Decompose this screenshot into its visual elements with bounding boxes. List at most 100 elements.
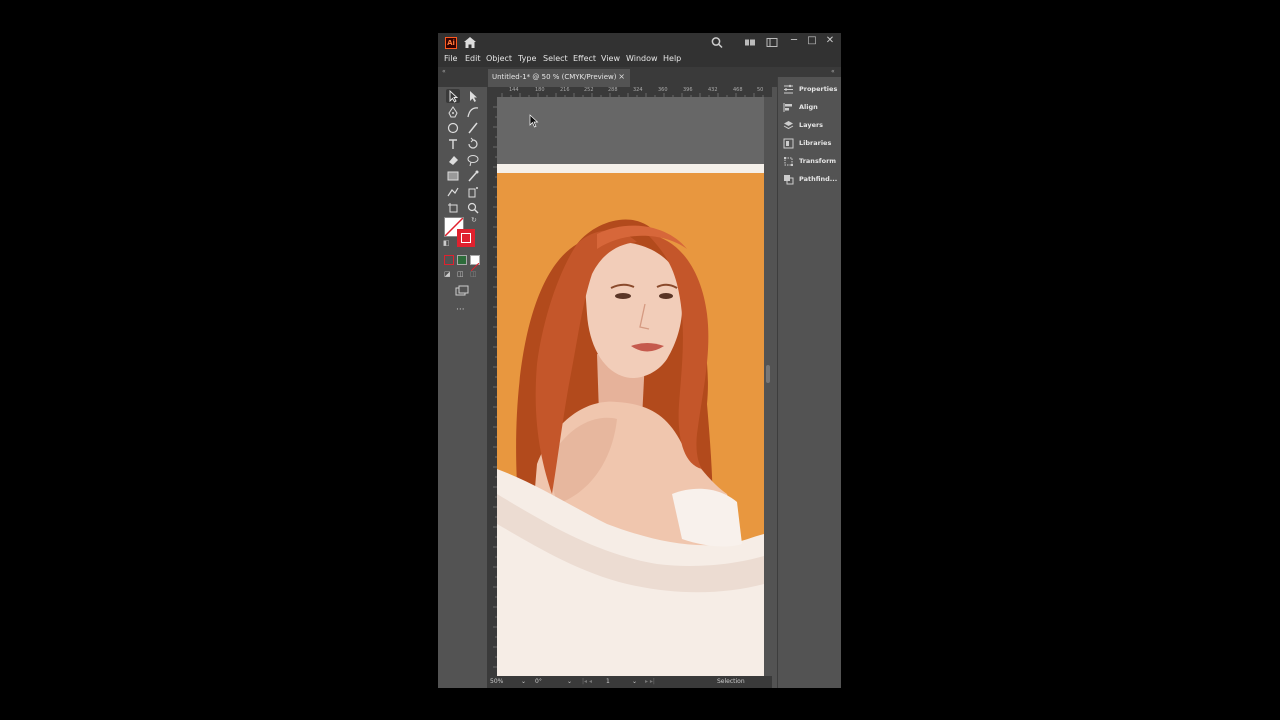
color-mode-icon[interactable]	[444, 255, 454, 265]
draw-normal-icon[interactable]: ◪	[444, 270, 451, 278]
selection-tool-icon[interactable]	[446, 89, 460, 103]
right-eye	[659, 293, 673, 299]
type-tool-icon[interactable]	[446, 137, 460, 151]
menu-view[interactable]: View	[601, 54, 620, 63]
panel-label: Libraries	[799, 139, 832, 147]
screen-mode-icon[interactable]	[455, 285, 469, 297]
ruler-label: 180	[535, 87, 545, 93]
ruler-label: 50	[757, 87, 764, 93]
menu-file[interactable]: File	[444, 54, 457, 63]
paintbrush-tool-icon[interactable]	[466, 121, 480, 135]
artboard-tool-icon[interactable]	[446, 201, 460, 215]
layers-icon	[783, 121, 794, 130]
panel-properties[interactable]: Properties	[783, 83, 841, 97]
puppet-warp-tool-icon[interactable]	[446, 185, 460, 199]
draw-behind-icon[interactable]: ◫	[457, 270, 464, 278]
curvature-tool-icon[interactable]	[466, 105, 480, 119]
menu-effect[interactable]: Effect	[573, 54, 596, 63]
panel-layers[interactable]: Layers	[783, 119, 841, 133]
ruler-label: 324	[633, 87, 643, 93]
collapse-toolbar-icon[interactable]: «	[442, 68, 446, 75]
panel-dock: Properties Align Layers Libraries Transf…	[777, 77, 841, 688]
eyedropper-tool-icon[interactable]	[466, 169, 480, 183]
menu-select[interactable]: Select	[543, 54, 568, 63]
menu-object[interactable]: Object	[486, 54, 512, 63]
close-window-button[interactable]: ✕	[822, 34, 838, 48]
panel-libraries[interactable]: Libraries	[783, 137, 841, 151]
gradient-mode-icon[interactable]	[457, 255, 467, 265]
align-icon	[783, 103, 792, 112]
panel-label: Pathfind...	[799, 175, 838, 183]
default-fill-stroke-icon[interactable]: ◧	[443, 239, 450, 247]
illustrator-window: Ai ─ □ ✕ File Edit Object Type Select Ef…	[438, 33, 841, 688]
workspace-switcher-icon[interactable]	[766, 36, 778, 49]
zoom-level[interactable]: 50%	[490, 678, 503, 685]
ruler-label: 432	[708, 87, 718, 93]
panel-label: Layers	[799, 121, 824, 129]
artboard[interactable]	[497, 164, 764, 676]
rotate-tool-icon[interactable]	[466, 137, 480, 151]
close-tab-icon[interactable]: ×	[618, 72, 625, 81]
properties-icon	[784, 84, 793, 94]
vertical-scrollbar[interactable]	[764, 97, 772, 677]
direct-selection-tool-icon[interactable]	[466, 89, 480, 103]
panel-align[interactable]: Align	[783, 101, 841, 115]
first-artboard-icon[interactable]: |◂ ◂	[582, 678, 592, 685]
pathfinder-icon	[784, 175, 794, 185]
menu-type[interactable]: Type	[518, 54, 536, 63]
libraries-icon	[783, 138, 794, 149]
document-tab-label: Untitled-1* @ 50 % (CMYK/Preview)	[492, 73, 617, 81]
edit-toolbar-button[interactable]: ···	[456, 305, 465, 315]
ruler-ticks	[501, 93, 764, 97]
rotation-dropdown-icon[interactable]: ⌄	[567, 678, 572, 685]
transform-icon	[784, 157, 793, 166]
current-tool-label: Selection	[717, 678, 745, 685]
rotation-value[interactable]: 0°	[535, 678, 542, 685]
menu-edit[interactable]: Edit	[465, 54, 481, 63]
swap-fill-stroke-icon[interactable]: ↻	[471, 216, 477, 224]
horizontal-ruler: 144 180 216 252 288 324 360 396 432 468 …	[487, 87, 772, 97]
menu-bar: File Edit Object Type Select Effect View…	[438, 52, 841, 67]
next-artboard-icon[interactable]: ▸ ▸|	[645, 678, 655, 685]
panel-label: Transform	[799, 157, 837, 165]
artboard-number[interactable]: 1	[606, 678, 610, 685]
panel-transform[interactable]: Transform	[783, 155, 841, 169]
vertical-ruler-ticks	[493, 106, 497, 668]
draw-inside-icon[interactable]: ◫	[470, 270, 477, 278]
mouse-cursor-icon	[529, 114, 539, 128]
gradient-tool-icon[interactable]	[446, 169, 460, 183]
menu-help[interactable]: Help	[663, 54, 681, 63]
pen-tool-icon[interactable]	[446, 105, 460, 119]
symbol-sprayer-tool-icon[interactable]	[466, 185, 480, 199]
ruler-label: 468	[733, 87, 743, 93]
ruler-label: 144	[509, 87, 519, 93]
minimize-button[interactable]: ─	[786, 34, 802, 48]
collapse-panels-icon[interactable]: «	[831, 68, 835, 75]
panel-pathfinder[interactable]: Pathfind...	[783, 173, 841, 187]
ellipse-tool-icon[interactable]	[446, 121, 460, 135]
vertical-ruler	[487, 97, 497, 677]
menu-window[interactable]: Window	[626, 54, 658, 63]
app-logo: Ai	[445, 37, 457, 49]
maximize-button[interactable]: □	[804, 34, 820, 48]
home-icon[interactable]	[463, 36, 477, 49]
left-eye	[615, 293, 631, 299]
scrollbar-thumb[interactable]	[766, 365, 770, 383]
stroke-swatch[interactable]	[457, 229, 475, 247]
search-icon[interactable]	[711, 36, 723, 49]
ruler-label: 252	[584, 87, 594, 93]
none-mode-icon[interactable]	[470, 255, 480, 272]
zoom-tool-icon[interactable]	[466, 201, 480, 215]
document-tab[interactable]: Untitled-1* @ 50 % (CMYK/Preview) ×	[488, 69, 630, 87]
eraser-tool-icon[interactable]	[446, 153, 460, 167]
lasso-tool-icon[interactable]	[466, 153, 480, 167]
panel-label: Properties	[799, 85, 838, 93]
fabric-chest	[672, 488, 742, 547]
artboard-dropdown-icon[interactable]: ⌄	[632, 678, 637, 685]
canvas[interactable]	[497, 97, 764, 676]
ruler-label: 396	[683, 87, 693, 93]
tools-panel: ↻ ◧ ◪ ◫ ◫ ···	[440, 87, 484, 687]
arrange-documents-icon[interactable]	[744, 36, 756, 49]
title-bar: Ai ─ □ ✕	[438, 33, 841, 52]
zoom-dropdown-icon[interactable]: ⌄	[521, 678, 526, 685]
